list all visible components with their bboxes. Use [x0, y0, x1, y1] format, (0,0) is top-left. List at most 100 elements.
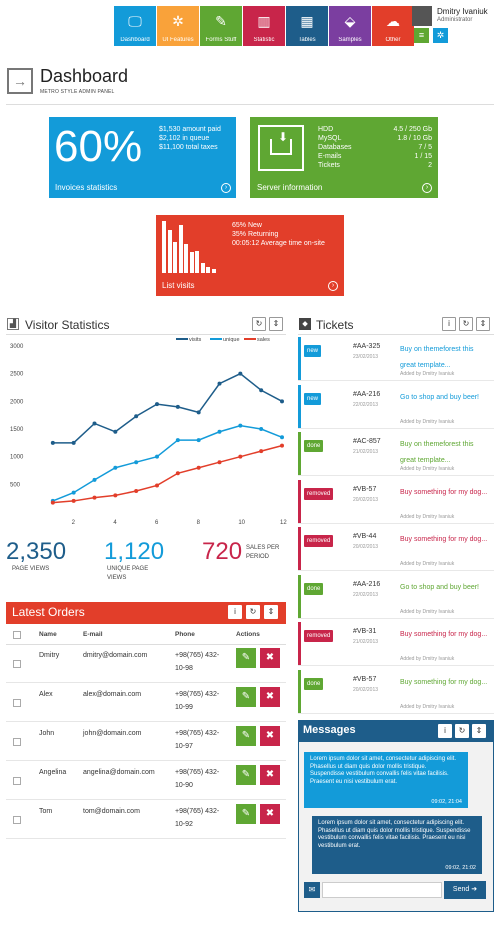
- ticket-text[interactable]: Buy something for my dog...: [400, 627, 490, 643]
- nav-tile-dashboard[interactable]: 🖵 Dashboard: [114, 6, 156, 46]
- invoices-stat-tile[interactable]: 60% $1,530 amount paid $2,102 in queue $…: [49, 117, 236, 198]
- ticket-text[interactable]: Go to shop and buy beer!: [400, 390, 490, 406]
- arrow-right-icon[interactable]: ›: [221, 183, 231, 193]
- nav-tile-forms-stuff[interactable]: ✎ Forms Stuff: [200, 6, 242, 46]
- invoices-label: Invoices statistics: [55, 183, 118, 192]
- data-point-sales: [196, 465, 201, 470]
- ticket-id: #VB-44: [353, 533, 377, 540]
- refresh-button[interactable]: ↻: [246, 605, 260, 619]
- row-checkbox[interactable]: [13, 816, 21, 824]
- ticket-text[interactable]: Buy something for my dog...: [400, 675, 490, 691]
- arrow-right-icon[interactable]: ›: [328, 281, 338, 291]
- ticket-text[interactable]: Buy on themeforest this great template..…: [400, 342, 490, 374]
- pencil-icon: ✎: [241, 808, 251, 819]
- nav-tile-samples[interactable]: ⬙ Samples: [329, 6, 371, 46]
- delete-button[interactable]: ✖: [260, 648, 280, 668]
- gear-icon: ✲: [172, 13, 184, 29]
- info-button[interactable]: i: [228, 605, 242, 619]
- order-email[interactable]: tom@domain.com: [83, 808, 140, 815]
- order-email[interactable]: dmitry@domain.com: [83, 652, 147, 659]
- ticket-item[interactable]: done #VB-57 20/02/2013 Buy something for my…: [298, 669, 494, 714]
- table-row: Angelina angelina@domain.com +98(765) 432-…: [6, 762, 286, 800]
- order-email[interactable]: john@domain.com: [83, 730, 141, 737]
- refresh-button[interactable]: ↻: [455, 724, 469, 738]
- info-button[interactable]: i: [442, 317, 456, 331]
- ticket-text[interactable]: Go to shop and buy beer!: [400, 580, 490, 596]
- data-point-unique: [238, 423, 243, 428]
- settings-button[interactable]: ✲: [433, 28, 448, 43]
- delete-button[interactable]: ✖: [260, 765, 280, 785]
- message-input[interactable]: [322, 882, 442, 898]
- order-email[interactable]: alex@domain.com: [83, 691, 141, 698]
- row-checkbox[interactable]: [13, 777, 21, 785]
- delete-button[interactable]: ✖: [260, 726, 280, 746]
- ticket-author: Added by Dmitry Ivaniuk: [400, 371, 455, 377]
- info-button[interactable]: i: [438, 724, 452, 738]
- edit-button[interactable]: ✎: [236, 687, 256, 707]
- refresh-button[interactable]: ↻: [252, 317, 266, 331]
- nav-tile-statistic[interactable]: ▥ Statistic: [243, 6, 285, 46]
- ticket-status-bar: [298, 527, 301, 570]
- ticket-item[interactable]: done #AC-857 21/02/2013 Buy on themeforest …: [298, 432, 494, 476]
- edit-button[interactable]: ✎: [236, 765, 256, 785]
- nav-tile-tables[interactable]: ▦ Tables: [286, 6, 328, 46]
- divider: [6, 104, 494, 105]
- download-box-icon: ⬇: [258, 125, 304, 171]
- row-checkbox[interactable]: [13, 699, 21, 707]
- ticket-item[interactable]: new #AA-325 23/02/2013 Buy on themeforest t…: [298, 337, 494, 381]
- message-bubble: Lorem ipsum dolor sit amet, consectetur …: [312, 816, 482, 874]
- visits-bar: [178, 225, 183, 273]
- series-line-visits: [52, 372, 283, 444]
- ticket-text[interactable]: Buy something for my dog...: [400, 532, 490, 548]
- user-menu[interactable]: Dmitry Ivaniuk Administrator: [412, 6, 498, 26]
- ticket-item[interactable]: new #AA-216 22/02/2013 Go to shop and buy b…: [298, 384, 494, 429]
- ticket-item[interactable]: removed #VB-31 21/02/2013 Buy something for…: [298, 622, 494, 666]
- ticket-text[interactable]: Buy on themeforest this great template..…: [400, 437, 490, 469]
- edit-button[interactable]: ✎: [236, 648, 256, 668]
- ticket-status-bar: [298, 669, 301, 713]
- ticket-item[interactable]: removed #VB-57 20/02/2013 Buy something for…: [298, 479, 494, 524]
- refresh-button[interactable]: ↻: [459, 317, 473, 331]
- collapse-button[interactable]: ⇕: [269, 317, 283, 331]
- arrow-right-icon[interactable]: ›: [422, 183, 432, 193]
- order-email[interactable]: angelina@domain.com: [83, 769, 155, 776]
- collapse-button[interactable]: ⇕: [476, 317, 490, 331]
- row-checkbox[interactable]: [13, 660, 21, 668]
- avatar[interactable]: [412, 6, 432, 26]
- list-icon: ≡: [418, 30, 425, 40]
- order-phone: 10-90: [175, 782, 193, 789]
- close-icon: ✖: [265, 691, 275, 702]
- delete-button[interactable]: ✖: [260, 687, 280, 707]
- collapse-button[interactable]: ⇕: [264, 605, 278, 619]
- refresh-icon: ↻: [462, 319, 470, 328]
- nav-tile-other[interactable]: ☁ Other: [372, 6, 414, 46]
- ticket-author: Added by Dmitry Ivaniuk: [400, 703, 455, 710]
- collapse-button[interactable]: ⇕: [472, 724, 486, 738]
- visitor-stats-icon: ▟: [7, 318, 19, 330]
- edit-button[interactable]: ✎: [236, 726, 256, 746]
- visits-line: 65% New: [232, 222, 262, 229]
- row-checkbox[interactable]: [13, 738, 21, 746]
- message-icon-button[interactable]: ✉: [304, 882, 320, 898]
- visits-stat-tile[interactable]: 65% New 35% Returning 00:05:12 Average t…: [156, 215, 344, 296]
- server-stat-tile[interactable]: ⬇ Server information › HDD 4.5 / 250 Gb My…: [250, 117, 438, 198]
- delete-button[interactable]: ✖: [260, 804, 280, 824]
- envelope-icon: ✉: [308, 885, 316, 894]
- big-stat-value: 2,350: [6, 538, 67, 565]
- pencil-icon: ✎: [241, 652, 251, 663]
- y-tick-label: 1500: [10, 427, 24, 433]
- ticket-text[interactable]: Buy something for my dog...: [400, 485, 490, 501]
- data-point-sales: [280, 443, 284, 448]
- select-all-checkbox[interactable]: [13, 631, 21, 639]
- send-button[interactable]: Send ➜: [444, 881, 486, 899]
- info-icon: i: [444, 726, 446, 735]
- pencil-icon: ✎: [241, 769, 251, 780]
- edit-button[interactable]: ✎: [236, 804, 256, 824]
- ticket-item[interactable]: done #AA-216 22/02/2013 Go to shop and buy …: [298, 574, 494, 619]
- nav-tile-label: Samples: [338, 37, 362, 43]
- ticket-item[interactable]: removed #VB-44 20/02/2013 Buy something for…: [298, 527, 494, 571]
- nav-tile-ui-features[interactable]: ✲ UI Features: [157, 6, 199, 46]
- back-button[interactable]: →: [7, 68, 33, 94]
- list-button[interactable]: ≡: [414, 28, 429, 43]
- order-phone: +98(765) 432-: [175, 808, 220, 815]
